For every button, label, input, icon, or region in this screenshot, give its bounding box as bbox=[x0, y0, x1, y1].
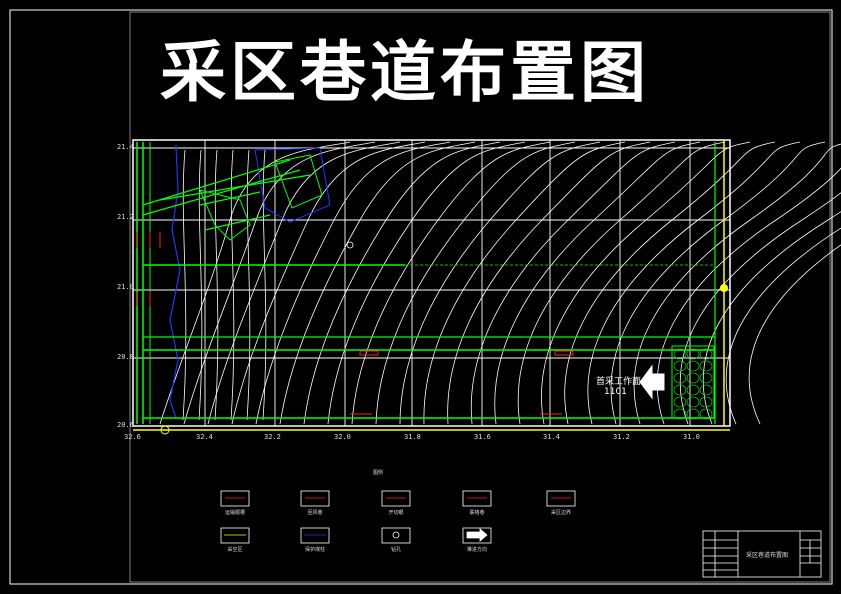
contour-line bbox=[182, 149, 187, 421]
contour-line bbox=[351, 141, 551, 425]
legend-box-7 bbox=[300, 527, 330, 544]
legend-arrow-icon bbox=[466, 528, 488, 542]
borehole-icon bbox=[346, 241, 354, 249]
legend-box-6 bbox=[220, 527, 250, 544]
contour-line bbox=[399, 141, 601, 425]
x-tick-label: 32.0 bbox=[334, 433, 351, 441]
drawing-title: 采区巷道布置图 bbox=[160, 34, 650, 111]
x-tick-label: 31.6 bbox=[474, 433, 491, 441]
legend-label: 采区边界 bbox=[550, 510, 571, 516]
panel-label-top: 首采工作面 bbox=[596, 377, 642, 387]
legend-label: 回风巷 bbox=[307, 510, 323, 516]
legend-label: 开切眼 bbox=[388, 510, 404, 516]
goaf-hatch-cell bbox=[699, 384, 713, 396]
goaf-hatch-cell bbox=[686, 360, 700, 372]
goaf-hatch-cell bbox=[673, 396, 687, 408]
goaf-hatch-cell bbox=[686, 372, 700, 384]
legend-box-8 bbox=[381, 527, 411, 544]
legend-box-5 bbox=[546, 490, 576, 507]
legend-sym-8 bbox=[392, 531, 400, 539]
x-tick-label: 31.0 bbox=[683, 433, 700, 441]
panel-label-bottom: 1101 bbox=[604, 387, 627, 397]
contour-line bbox=[279, 141, 476, 425]
x-tick-label: 31.4 bbox=[543, 433, 560, 441]
goaf-hatch-cell bbox=[673, 360, 687, 372]
y-tick-label: 21.2 bbox=[117, 213, 134, 221]
legend-label: 保护煤柱 bbox=[304, 547, 325, 553]
x-tick-label: 31.8 bbox=[404, 433, 421, 441]
axis-right-node bbox=[720, 284, 728, 292]
map bbox=[132, 139, 841, 435]
contour-line bbox=[303, 141, 501, 425]
y-tick-label: 20.8 bbox=[117, 353, 134, 361]
legend-box-3 bbox=[381, 490, 411, 507]
contour-line bbox=[679, 192, 841, 425]
contour-line bbox=[423, 141, 626, 425]
legend-label: 推进方向 bbox=[466, 547, 487, 553]
contour-lines bbox=[159, 141, 841, 425]
goaf-hatch-cell bbox=[699, 360, 713, 372]
boundary-line bbox=[169, 144, 181, 419]
legend-label: 采空区 bbox=[227, 547, 243, 553]
legend-label: 联络巷 bbox=[469, 510, 485, 516]
x-tick-label: 32.6 bbox=[124, 433, 141, 441]
y-tick-label: 20.6 bbox=[117, 421, 134, 429]
contour-line bbox=[375, 141, 576, 425]
legend-heading: 图例 bbox=[372, 470, 383, 476]
contour-line bbox=[262, 149, 267, 421]
legend-box-4 bbox=[462, 490, 492, 507]
x-tick-label: 32.4 bbox=[196, 433, 213, 441]
y-tick-label: 21.4 bbox=[117, 143, 134, 151]
title-block-drawing-name: 采区巷道布置图 bbox=[746, 552, 789, 559]
legend-label: 钻孔 bbox=[390, 547, 401, 553]
x-tick-label: 31.2 bbox=[613, 433, 630, 441]
y-tick-label: 21.0 bbox=[117, 283, 134, 291]
legend-box-2 bbox=[300, 490, 330, 507]
goaf-hatch-cell bbox=[686, 384, 700, 396]
legend bbox=[220, 490, 576, 544]
contour-line bbox=[633, 143, 841, 425]
goaf-hatch bbox=[673, 348, 713, 420]
contour-line bbox=[246, 149, 251, 421]
legend-box-1 bbox=[220, 490, 250, 507]
contour-line bbox=[748, 244, 841, 425]
marker-1 bbox=[359, 350, 379, 356]
x-tick-label: 32.2 bbox=[264, 433, 281, 441]
advance-arrow-icon bbox=[639, 364, 665, 400]
goaf-hatch-cell bbox=[686, 396, 700, 408]
goaf-hatch-cell bbox=[699, 372, 713, 384]
roadway-cluster bbox=[199, 189, 251, 241]
legend-label: 运输顺槽 bbox=[224, 510, 245, 516]
